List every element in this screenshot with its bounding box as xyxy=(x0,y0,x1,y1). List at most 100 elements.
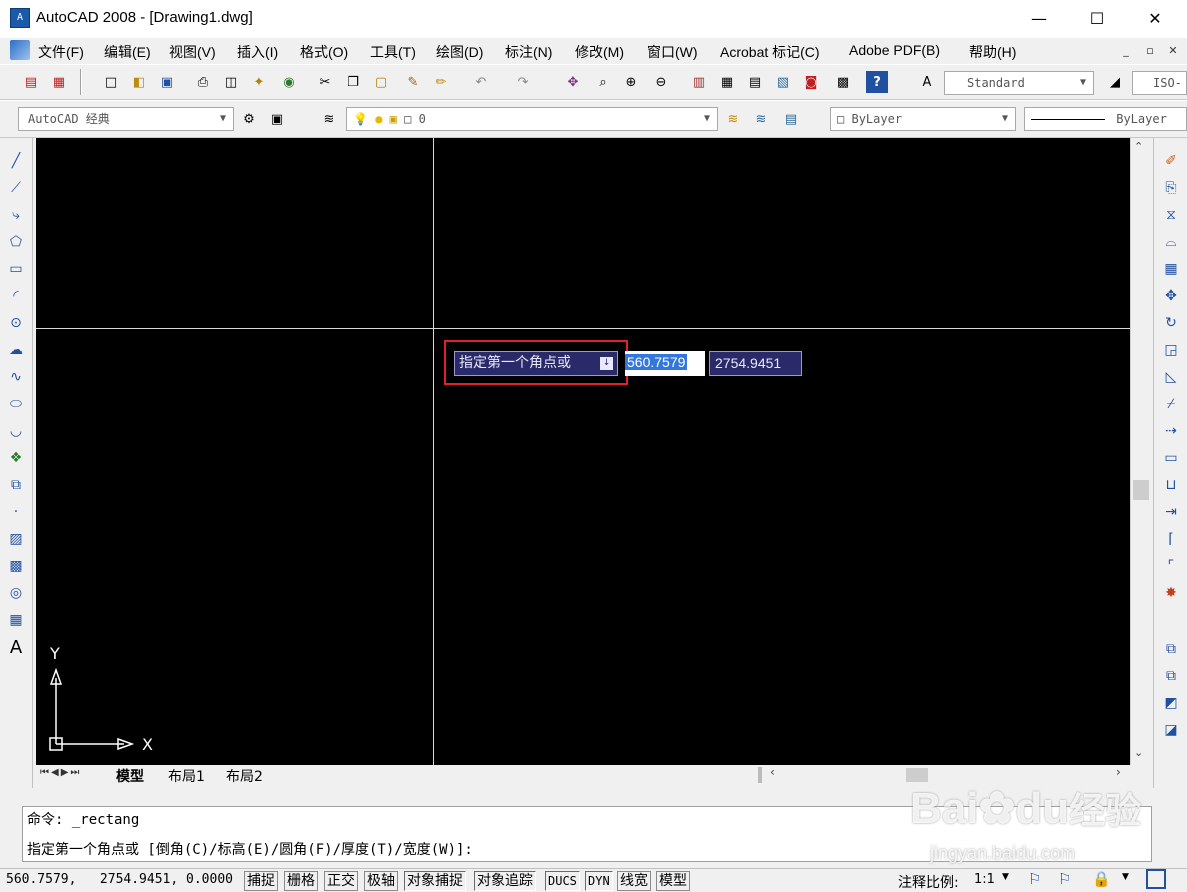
new-file-icon[interactable]: □ xyxy=(100,71,122,93)
minimize-button[interactable]: — xyxy=(1014,0,1064,38)
coordinate-display[interactable]: 560.7579, 2754.9451, 0.0000 xyxy=(6,872,233,887)
annotation-visibility-icon[interactable]: ⚐ xyxy=(1028,870,1041,888)
make-current-layer-icon[interactable]: ≋ xyxy=(722,108,744,130)
dyn-toggle[interactable]: DYN xyxy=(585,871,613,891)
layer-states-icon[interactable]: ▤ xyxy=(780,108,802,130)
open-file-icon[interactable]: ◧ xyxy=(128,71,150,93)
tab-model[interactable]: 模型 xyxy=(116,766,144,786)
revision-cloud-icon[interactable]: ☁ xyxy=(5,339,27,361)
publish-icon[interactable]: ✦ xyxy=(248,71,270,93)
rectangle-icon[interactable]: ▭ xyxy=(5,258,27,280)
vertical-scroll-thumb[interactable] xyxy=(1133,480,1149,500)
menu-tools[interactable]: 工具(T) xyxy=(370,42,416,62)
otrack-toggle[interactable]: 对象追踪 xyxy=(474,871,536,891)
chevron-down-icon[interactable]: ▼ xyxy=(1002,872,1009,882)
zoom-realtime-icon[interactable]: ⌕ xyxy=(592,71,614,93)
match-properties-icon[interactable]: ✎ xyxy=(402,71,424,93)
ducs-toggle[interactable]: DUCS xyxy=(545,871,580,891)
polygon-icon[interactable]: ⬠ xyxy=(5,231,27,253)
copy-icon[interactable]: ❐ xyxy=(342,71,364,93)
array-icon[interactable]: ▦ xyxy=(1160,258,1182,280)
text-style-select[interactable]: Standard ▼ xyxy=(944,71,1094,95)
workspace-settings-icon[interactable]: ⚙ xyxy=(238,108,260,130)
snap-toggle[interactable]: 捕捉 xyxy=(244,871,278,891)
dim-style-select[interactable]: ISO- xyxy=(1132,71,1187,95)
workspace-select[interactable]: AutoCAD 经典 ▼ xyxy=(18,107,234,131)
scale-icon[interactable]: ◲ xyxy=(1160,339,1182,361)
save-icon[interactable]: ▣ xyxy=(156,71,178,93)
polar-toggle[interactable]: 极轴 xyxy=(364,871,398,891)
close-button[interactable]: ✕ xyxy=(1130,0,1180,38)
spline-icon[interactable]: ∿ xyxy=(5,366,27,388)
help-icon[interactable]: ? xyxy=(866,71,888,93)
tab-layout1[interactable]: 布局1 xyxy=(168,766,205,786)
print-preview-icon[interactable]: ◫ xyxy=(220,71,242,93)
gradient-icon[interactable]: ▩ xyxy=(5,555,27,577)
menu-format[interactable]: 格式(O) xyxy=(300,42,348,62)
explode-icon[interactable]: ✸ xyxy=(1160,582,1182,604)
menu-view[interactable]: 视图(V) xyxy=(169,42,216,62)
dynamic-input-prompt[interactable]: 指定第一个角点或 ↓ xyxy=(454,351,618,376)
zoom-window-icon[interactable]: ⊕ xyxy=(620,71,642,93)
chamfer-icon[interactable]: ⌈ xyxy=(1160,528,1182,550)
copy-object-icon[interactable]: ⎘ xyxy=(1160,177,1182,199)
extend-icon[interactable]: ⇢ xyxy=(1160,420,1182,442)
redo-icon[interactable]: ↷ xyxy=(512,71,534,93)
join-icon[interactable]: ⇥ xyxy=(1160,501,1182,523)
annotation-scale-value[interactable]: 1:1 xyxy=(974,872,995,887)
options-arrow-icon[interactable]: ↓ xyxy=(600,357,613,370)
lineweight-toggle[interactable]: 线宽 xyxy=(617,871,651,891)
polyline-icon[interactable]: ⤷ xyxy=(5,204,27,226)
move-icon[interactable]: ✥ xyxy=(1160,285,1182,307)
menu-acrobat[interactable]: Acrobat 标记(C) xyxy=(720,42,820,62)
cut-icon[interactable]: ✂ xyxy=(314,71,336,93)
mdi-close-button[interactable]: ✕ xyxy=(1164,42,1182,60)
arc-icon[interactable]: ◜ xyxy=(5,285,27,307)
ellipse-arc-icon[interactable]: ◡ xyxy=(5,420,27,442)
zoom-previous-icon[interactable]: ⊖ xyxy=(650,71,672,93)
layer-select[interactable]: 💡 ● ▣ □ 0 ▼ xyxy=(346,107,718,131)
dynamic-input-y-field[interactable]: 2754.9451 xyxy=(709,351,802,376)
chevron-down-icon[interactable]: ▼ xyxy=(699,111,715,127)
stretch-icon[interactable]: ◺ xyxy=(1160,366,1182,388)
send-under-icon[interactable]: ◪ xyxy=(1160,719,1182,741)
menu-adobe-pdf[interactable]: Adobe PDF(B) xyxy=(849,42,940,58)
fillet-icon[interactable]: ⌜ xyxy=(1160,555,1182,577)
properties-icon[interactable]: ▥ xyxy=(688,71,710,93)
scroll-right-icon[interactable]: › xyxy=(1116,765,1121,779)
chevron-down-icon[interactable]: ▼ xyxy=(997,111,1013,127)
menu-help[interactable]: 帮助(H) xyxy=(969,42,1016,62)
linetype-select[interactable]: ByLayer xyxy=(1024,107,1187,131)
scroll-down-icon[interactable]: ⌄ xyxy=(1134,746,1143,759)
offset-icon[interactable]: ⌓ xyxy=(1160,231,1182,253)
tab-layout2[interactable]: 布局2 xyxy=(226,766,263,786)
layer-properties-icon[interactable]: ≋ xyxy=(318,108,340,130)
table-icon[interactable]: ▦ xyxy=(5,609,27,631)
grid-toggle[interactable]: 栅格 xyxy=(284,871,318,891)
dynamic-input-x-field[interactable]: 560.7579 xyxy=(625,351,705,376)
scroll-up-icon[interactable]: ⌃ xyxy=(1134,140,1143,153)
construction-line-icon[interactable]: ⟋ xyxy=(5,177,27,199)
menu-modify[interactable]: 修改(M) xyxy=(575,42,624,62)
multiline-text-icon[interactable]: A xyxy=(5,636,27,658)
menu-edit[interactable]: 编辑(E) xyxy=(104,42,151,62)
insert-block-icon[interactable]: ❖ xyxy=(5,447,27,469)
horizontal-scroll-splitter[interactable] xyxy=(758,767,762,783)
pan-icon[interactable]: ✥ xyxy=(562,71,584,93)
scroll-left-icon[interactable]: ‹ xyxy=(770,765,775,779)
chevron-down-icon[interactable]: ▼ xyxy=(215,111,231,127)
layer-previous-icon[interactable]: ≋ xyxy=(750,108,772,130)
menu-dimension[interactable]: 标注(N) xyxy=(505,42,552,62)
autocad-app-icon[interactable]: A xyxy=(10,8,30,28)
send-to-back-icon[interactable]: ⧉ xyxy=(1160,665,1182,687)
point-icon[interactable]: · xyxy=(5,501,27,523)
break-icon[interactable]: ⊔ xyxy=(1160,474,1182,496)
mirror-icon[interactable]: ⧖ xyxy=(1160,204,1182,226)
text-style-icon[interactable]: A xyxy=(916,71,938,93)
save-workspace-icon[interactable]: ▣ xyxy=(266,108,288,130)
model-toggle[interactable]: 模型 xyxy=(656,871,690,891)
3d-dwf-icon[interactable]: ◉ xyxy=(278,71,300,93)
chevron-down-icon[interactable]: ▼ xyxy=(1075,75,1091,91)
menu-file[interactable]: 文件(F) xyxy=(38,42,84,62)
osnap-toggle[interactable]: 对象捕捉 xyxy=(404,871,466,891)
